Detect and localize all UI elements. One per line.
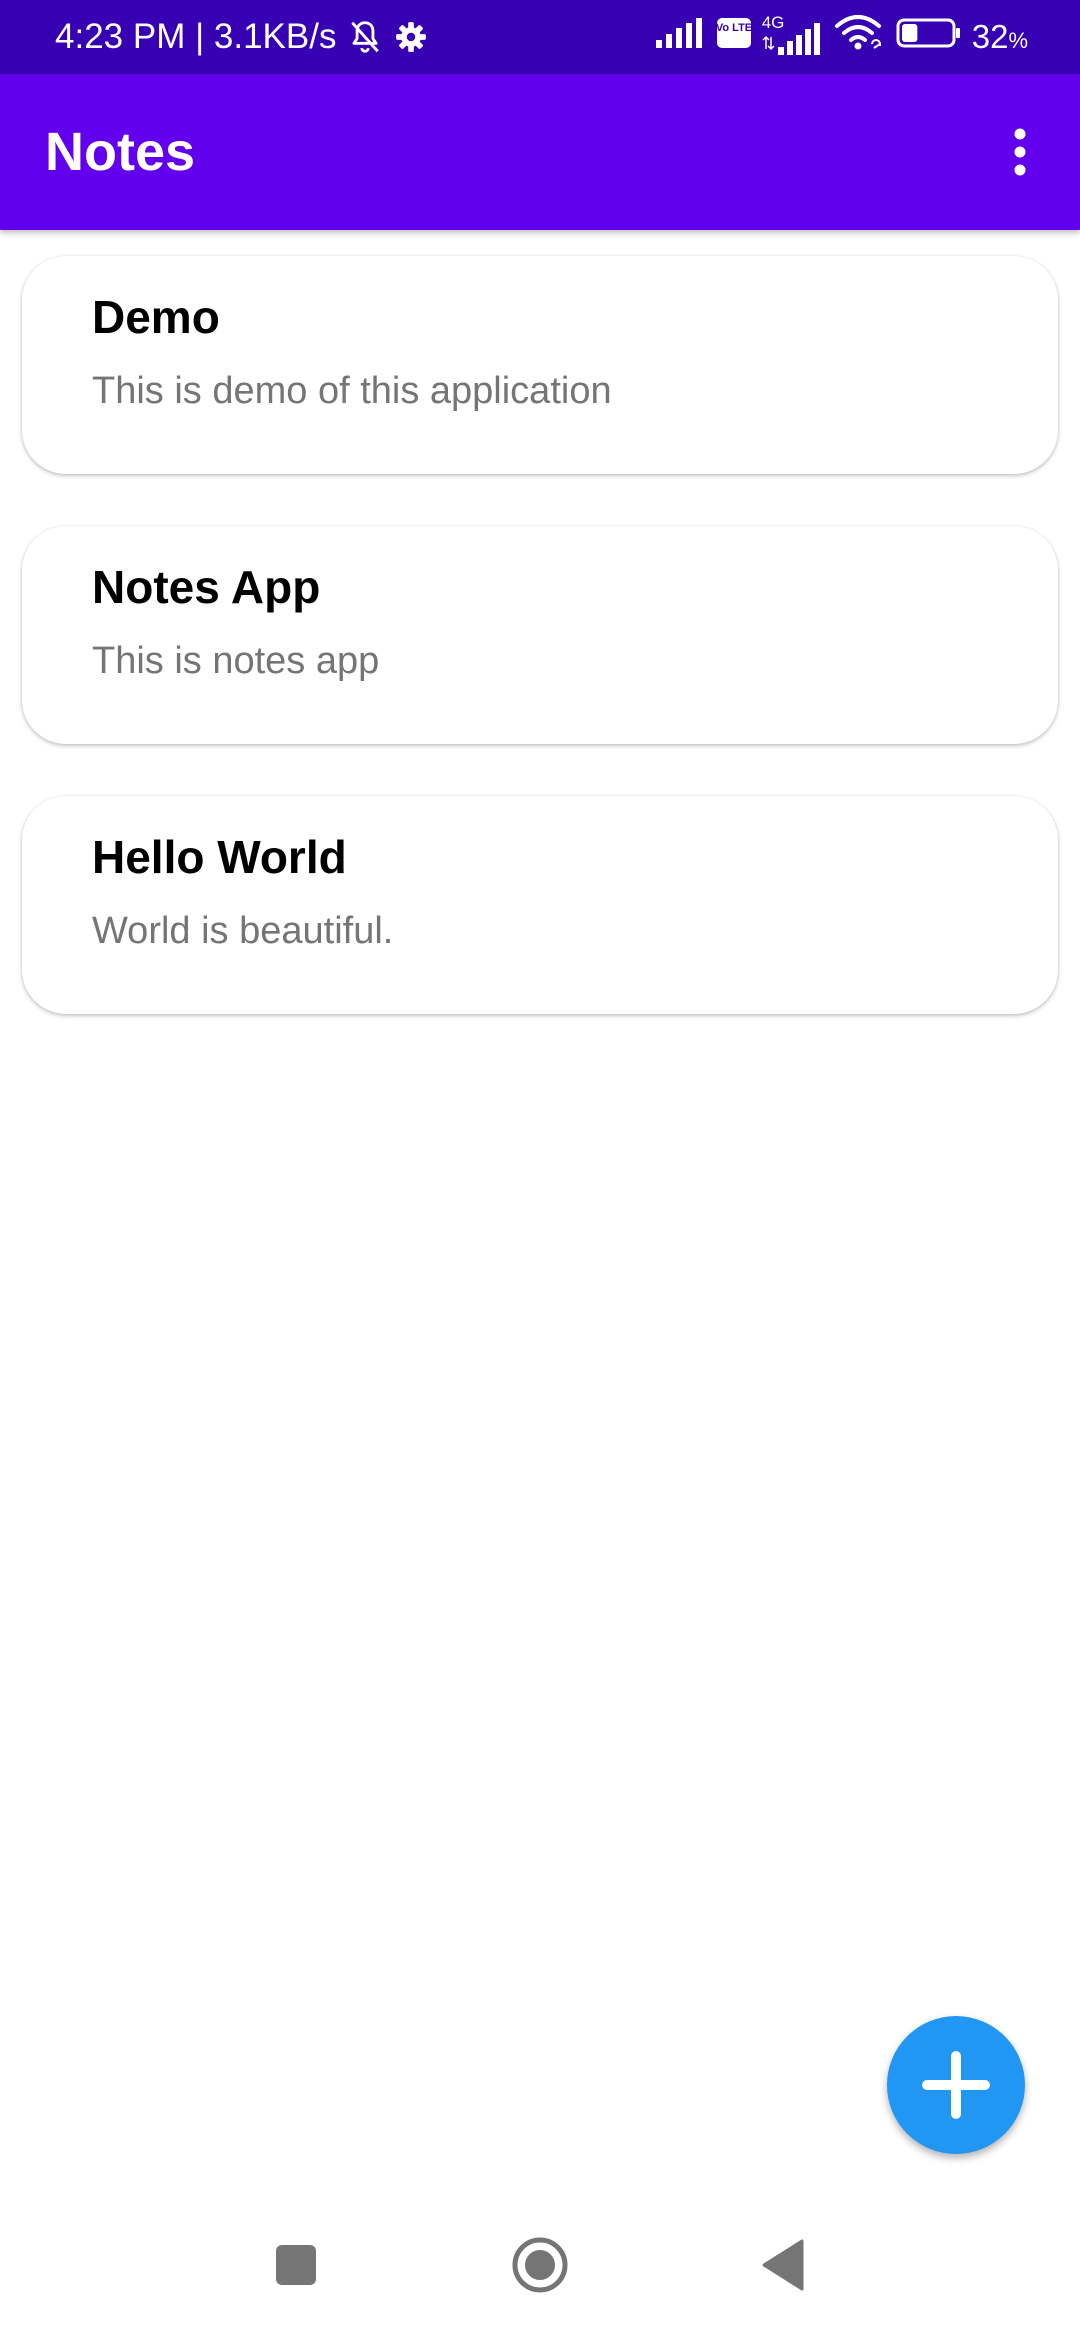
recents-square-icon xyxy=(276,2245,316,2285)
back-triangle-icon xyxy=(762,2239,804,2291)
more-vert-icon xyxy=(1014,128,1026,176)
svg-text:Vo LTE: Vo LTE xyxy=(716,22,752,34)
battery-percent-sign: % xyxy=(1008,28,1028,53)
note-card[interactable]: Notes App This is notes app xyxy=(22,526,1058,744)
note-card[interactable]: Hello World World is beautiful. xyxy=(22,796,1058,1014)
more-options-button[interactable] xyxy=(980,112,1060,192)
home-button[interactable] xyxy=(500,2225,580,2305)
navigation-bar xyxy=(0,2190,1080,2340)
app-title: Notes xyxy=(45,122,196,182)
recents-button[interactable] xyxy=(256,2225,336,2305)
status-bar: 4:23 PM | 3.1KB/s Vo LTE 4G 32% xyxy=(0,0,1080,74)
note-body: This is demo of this application xyxy=(92,370,612,412)
signal-icon xyxy=(655,18,706,56)
battery-percent: 32% xyxy=(971,18,1028,55)
plus-icon xyxy=(922,2051,990,2119)
home-circle-icon xyxy=(512,2237,568,2293)
note-body: World is beautiful. xyxy=(92,910,394,952)
back-button[interactable] xyxy=(744,2225,824,2305)
notes-screen: 4:23 PM | 3.1KB/s Vo LTE 4G 32% Notes De… xyxy=(0,0,1080,2340)
volte-icon: Vo LTE xyxy=(716,17,752,57)
note-title: Hello World xyxy=(92,831,347,883)
notes-list: Demo This is demo of this application No… xyxy=(22,256,1058,1066)
signal-4g-icon: 4G xyxy=(762,13,824,57)
wifi-icon xyxy=(834,14,886,60)
status-time-speed: 4:23 PM | 3.1KB/s xyxy=(55,17,337,56)
note-card[interactable]: Demo This is demo of this application xyxy=(22,256,1058,474)
gear-icon xyxy=(394,20,428,54)
bell-off-icon xyxy=(346,18,384,56)
status-right: Vo LTE 4G 32% xyxy=(655,0,1028,74)
add-note-button[interactable] xyxy=(887,2016,1025,2154)
note-body: This is notes app xyxy=(92,640,380,682)
note-title: Notes App xyxy=(92,561,321,613)
status-left: 4:23 PM | 3.1KB/s xyxy=(55,0,428,74)
note-title: Demo xyxy=(92,291,220,343)
app-bar: Notes xyxy=(0,74,1080,230)
battery-icon xyxy=(896,18,962,56)
